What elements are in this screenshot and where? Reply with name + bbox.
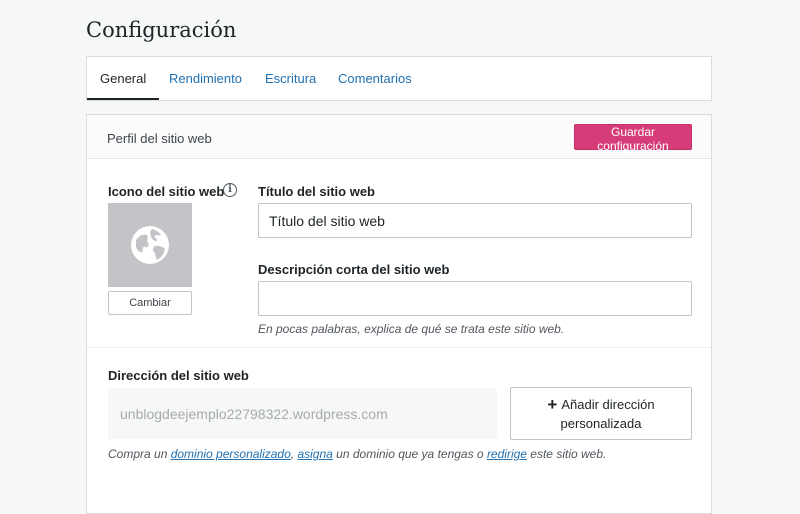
site-address-field: unblogdeejemplo22798322.wordpress.com [108,388,497,439]
card-header: Perfil del sitio web Guardar configuraci… [87,115,711,159]
custom-domain-link[interactable]: dominio personalizado [171,447,291,461]
tagline-hint: En pocas palabras, explica de qué se tra… [258,322,565,336]
add-address-label-line1: Añadir dirección [561,396,655,412]
globe-icon [131,226,169,264]
section-divider [87,347,711,348]
page-title: Configuración [86,18,237,42]
tab-comentarios[interactable]: Comentarios [325,57,425,100]
site-icon-preview[interactable] [108,203,192,287]
map-domain-link[interactable]: asigna [297,447,332,461]
tab-general[interactable]: General [87,57,160,100]
address-hint-text-1: Compra un [108,447,171,461]
add-address-label-line2: personalizada [560,415,642,431]
add-custom-address-button[interactable]: + Añadir dirección personalizada [510,387,692,440]
tagline-input[interactable] [258,281,692,316]
save-settings-button[interactable]: Guardar configuración [574,124,692,153]
site-address-label: Dirección del sitio web [108,368,249,383]
change-icon-button[interactable]: Cambiar [108,291,192,315]
address-hint-text-3: un dominio que ya tengas o [332,447,487,461]
tab-escritura[interactable]: Escritura [252,57,329,100]
tagline-label: Descripción corta del sitio web [258,262,450,277]
site-icon-label: Icono del sitio web [108,184,225,199]
plus-icon: + [547,394,558,414]
tab-rendimiento[interactable]: Rendimiento [156,57,255,100]
card-header-title: Perfil del sitio web [107,131,212,146]
redirect-link[interactable]: redirige [487,447,527,461]
site-title-input[interactable] [258,203,692,238]
address-hint: Compra un dominio personalizado, asigna … [108,447,606,461]
info-icon[interactable]: i [223,183,237,197]
site-title-label: Título del sitio web [258,184,375,199]
site-profile-card: Perfil del sitio web Guardar configuraci… [86,114,712,514]
section-tabs: General Rendimiento Escritura Comentario… [86,56,712,101]
address-hint-text-4: este sitio web. [526,447,607,461]
